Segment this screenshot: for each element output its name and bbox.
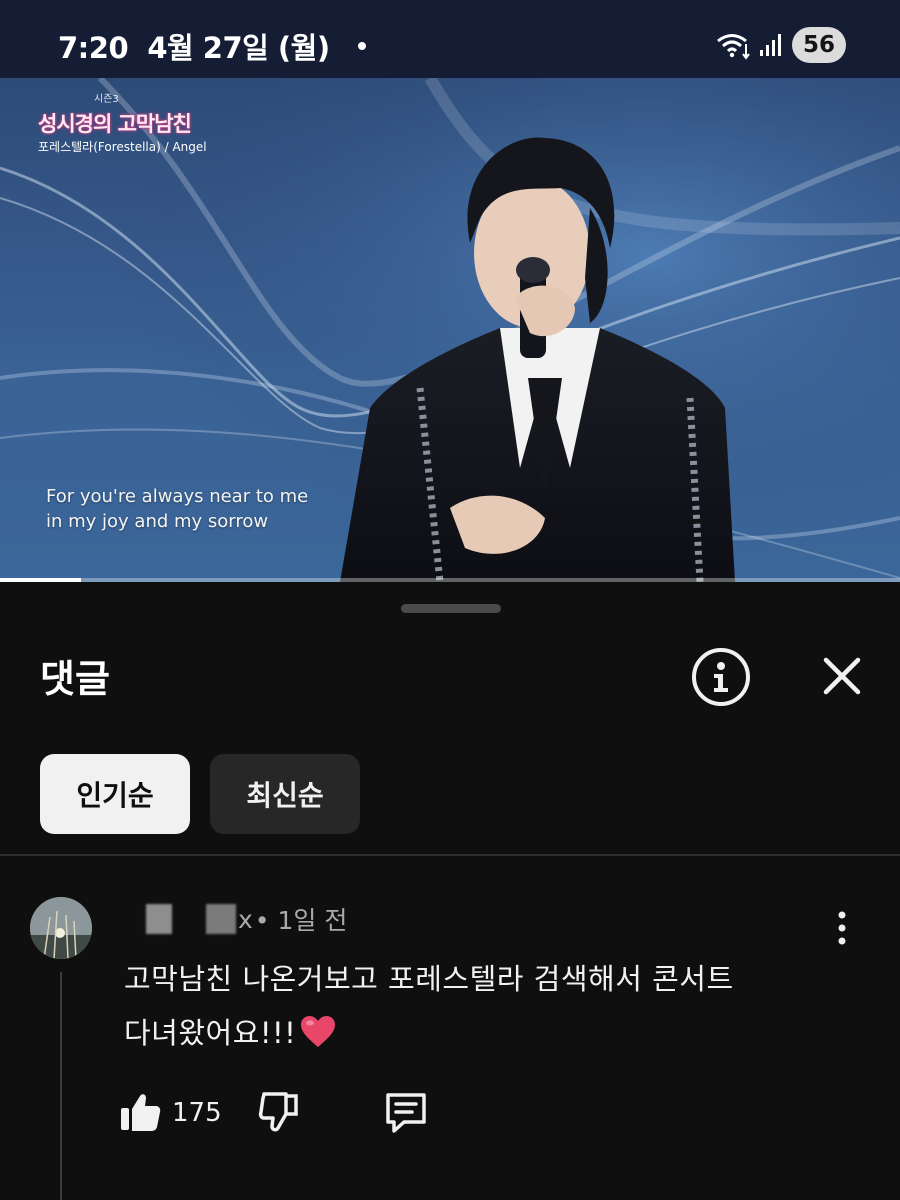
- drag-handle[interactable]: [401, 604, 501, 613]
- signal-icon: [760, 34, 781, 56]
- comments-sheet: 댓글 인기순 최신순 x • 1일 전 고막남친 나온거보고 포레스텔라 검색해…: [0, 582, 900, 1200]
- video-player[interactable]: 시즌3 성시경의 고막남친 포레스텔라(Forestella) / Angel …: [0, 78, 900, 582]
- status-clock: 7:20: [58, 31, 129, 65]
- status-date: 4월 27일 (월): [147, 31, 330, 65]
- comments-title: 댓글: [40, 657, 110, 701]
- status-time: 7:20 4월 27일 (월): [58, 25, 330, 67]
- close-icon[interactable]: [818, 652, 866, 700]
- dislike-icon[interactable]: [258, 1090, 302, 1134]
- divider: [0, 854, 900, 856]
- comment-meta: x • 1일 전: [124, 902, 347, 936]
- comment-text-line: 다녀왔어요!!!: [124, 1010, 336, 1052]
- notification-dot: [358, 42, 366, 50]
- sort-chip-popular[interactable]: 인기순: [40, 754, 190, 834]
- lyric-line: For you're always near to me: [46, 486, 309, 507]
- like-count: 175: [172, 1098, 222, 1128]
- like-icon[interactable]: [118, 1090, 162, 1134]
- avatar-image: [30, 897, 92, 959]
- thread-line: [60, 972, 62, 1200]
- author-redacted: [146, 904, 172, 934]
- avatar[interactable]: [30, 897, 92, 959]
- status-bar: 7:20 4월 27일 (월) 56: [0, 0, 900, 78]
- author-redacted: [206, 904, 236, 934]
- lyric-line: in my joy and my sorrow: [46, 511, 269, 532]
- info-icon: [714, 662, 728, 692]
- comment-text: 다녀왔어요!!!: [124, 1016, 297, 1050]
- author-suffix: x: [238, 904, 253, 934]
- heart-icon: [301, 1016, 336, 1047]
- comment-text-line: 고막남친 나온거보고 포레스텔라 검색해서 콘서트: [124, 962, 734, 996]
- show-logo: 성시경의 고막남친: [38, 112, 192, 136]
- wifi-icon: [717, 34, 750, 60]
- show-logo-top: 시즌3: [94, 94, 119, 105]
- info-button[interactable]: [692, 648, 750, 706]
- sort-chip-newest[interactable]: 최신순: [210, 754, 360, 834]
- battery-badge: 56: [792, 27, 846, 63]
- comment-time: • 1일 전: [254, 906, 348, 935]
- reply-icon[interactable]: [382, 1090, 430, 1136]
- more-options-icon[interactable]: [828, 910, 856, 946]
- video-subtitle: 포레스텔라(Forestella) / Angel: [38, 140, 207, 154]
